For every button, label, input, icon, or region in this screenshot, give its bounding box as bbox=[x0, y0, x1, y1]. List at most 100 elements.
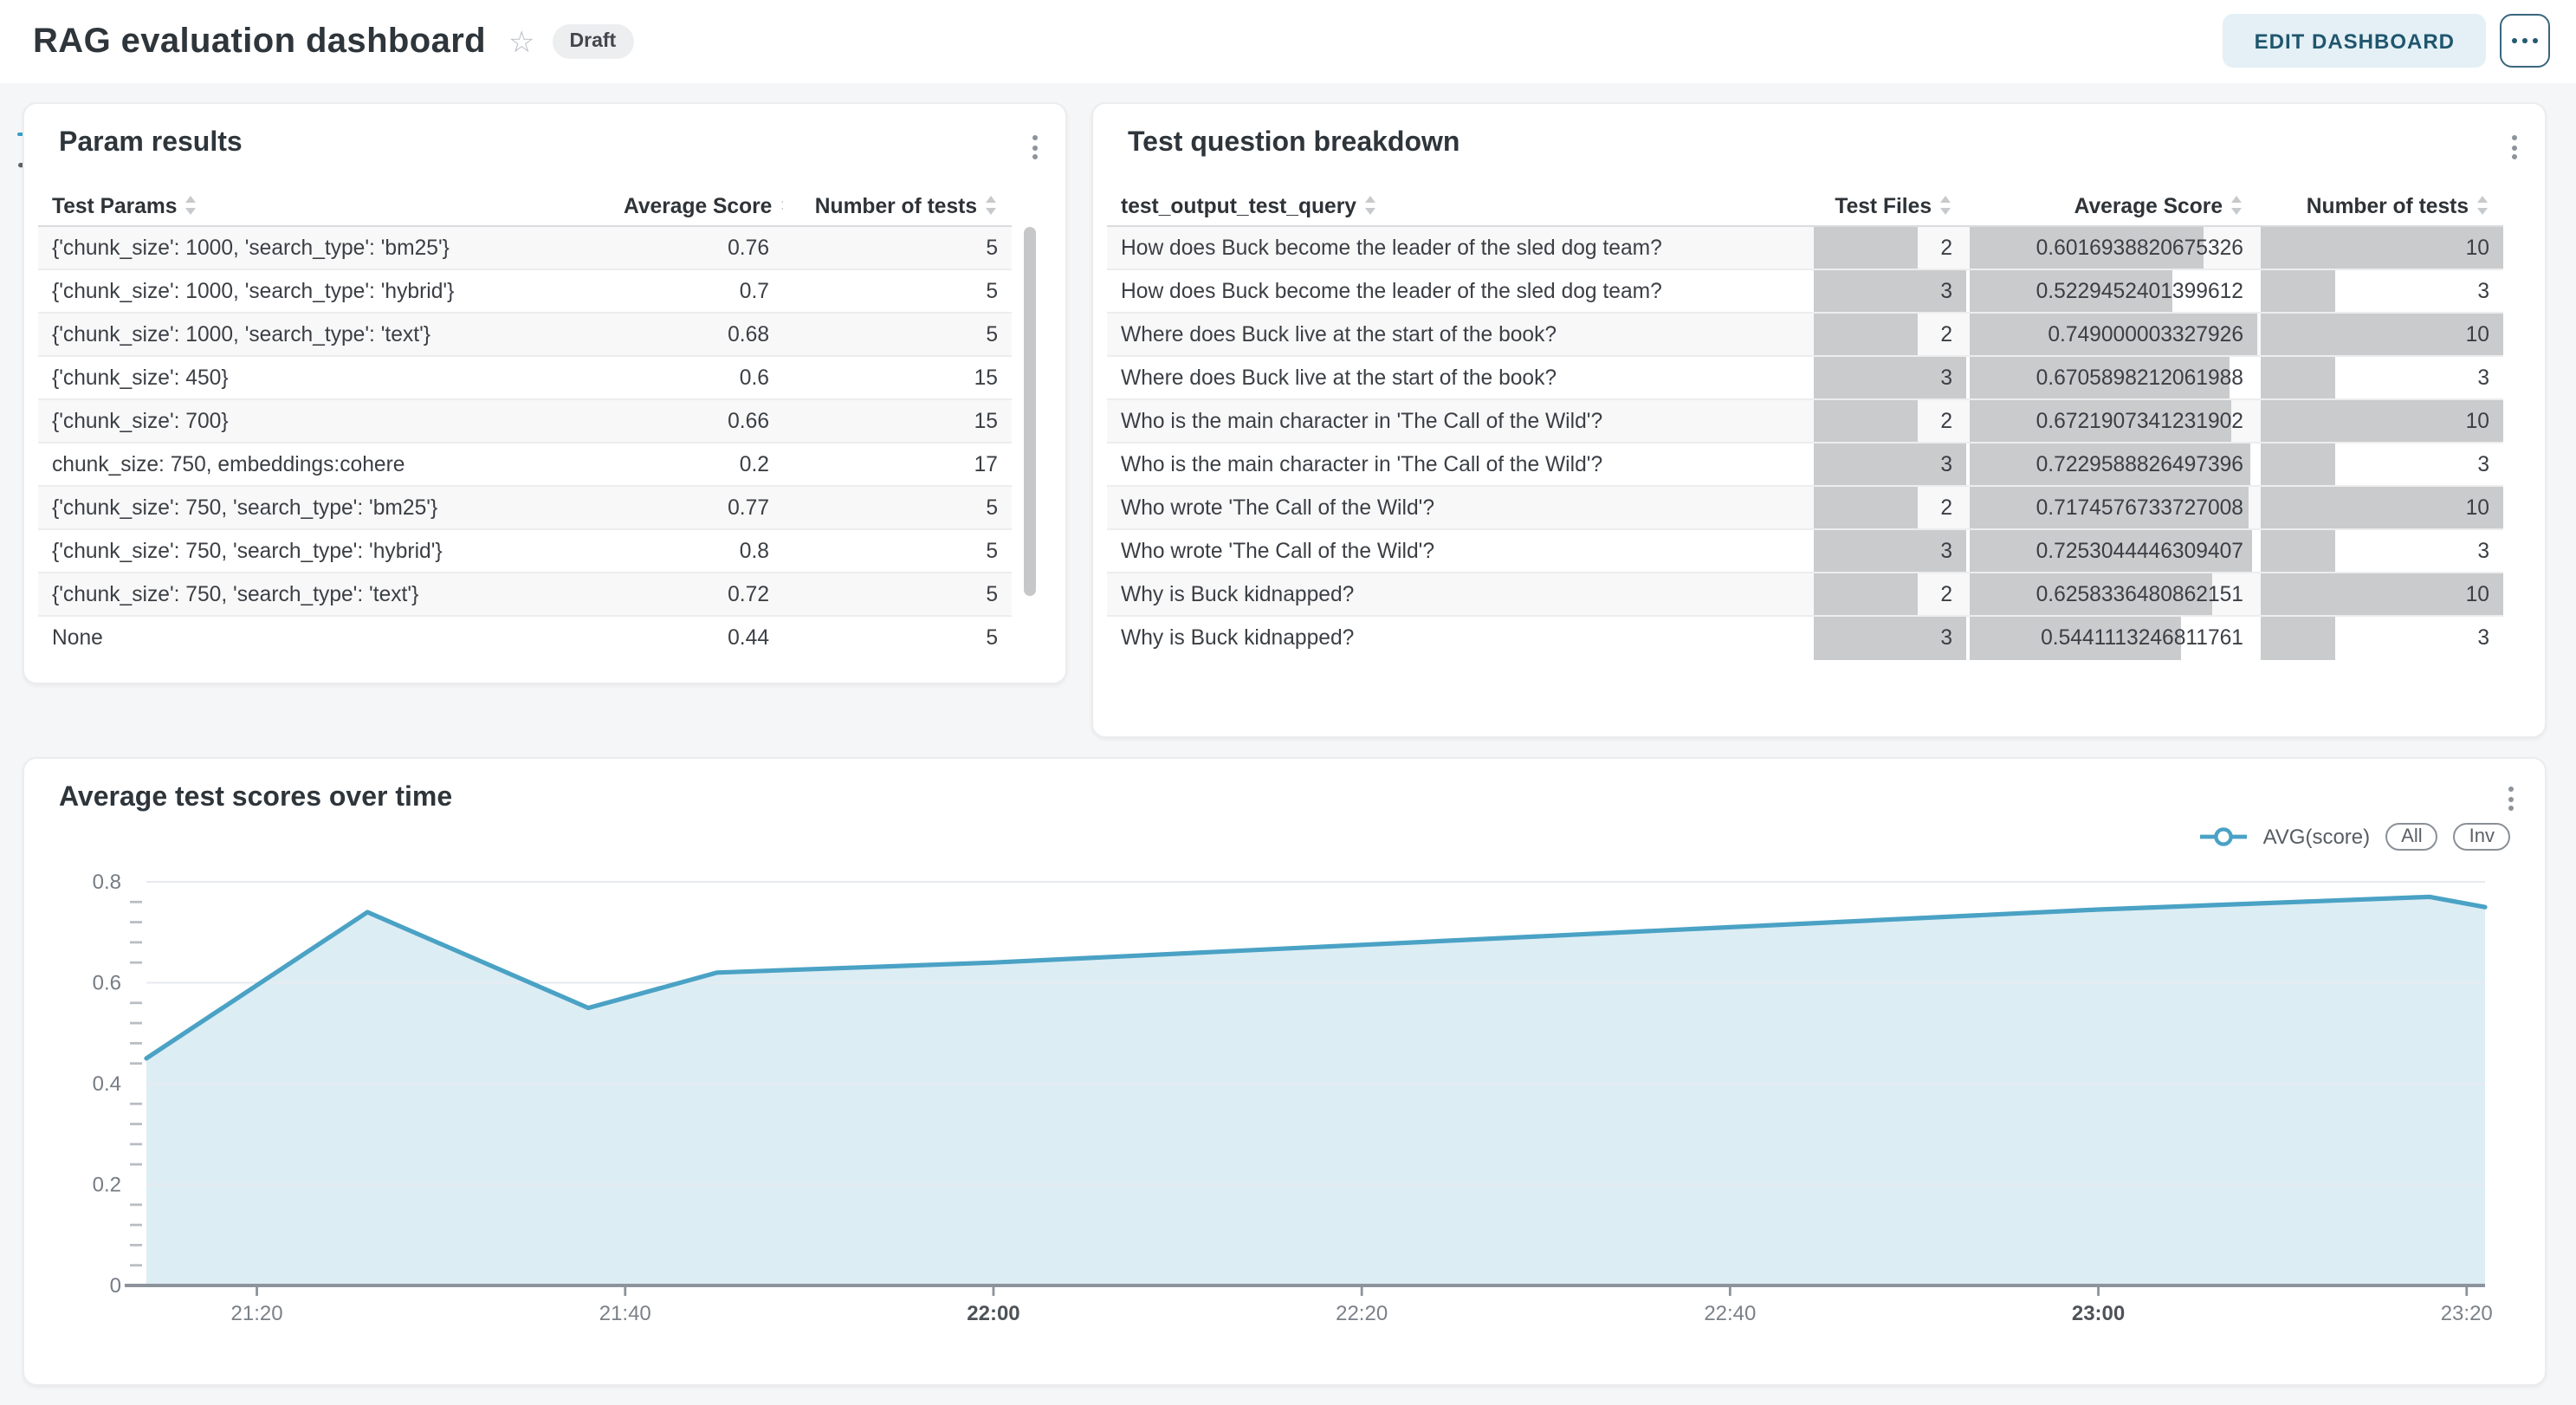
cell-average-score[interactable]: 0.77 bbox=[610, 486, 783, 529]
table-row[interactable]: chunk_size: 750, embeddings:cohere0.217 bbox=[38, 443, 1012, 486]
column-header-average-score[interactable]: Average Score bbox=[610, 187, 783, 226]
cell-number-of-tests[interactable]: 15 bbox=[783, 399, 1012, 443]
cell-number-of-tests[interactable]: 17 bbox=[783, 443, 1012, 486]
cell-test-params[interactable]: {'chunk_size': 450} bbox=[38, 356, 610, 399]
cell-average-score[interactable]: 0.6 bbox=[610, 356, 783, 399]
column-header-number-of-tests[interactable]: Number of tests bbox=[2257, 187, 2503, 226]
cell-test-params[interactable]: {'chunk_size': 1000, 'search_type': 'tex… bbox=[38, 313, 610, 356]
cell-average-score[interactable]: 0.6016938820675326 bbox=[1966, 226, 2257, 269]
cell-test-query[interactable]: Who wrote 'The Call of the Wild'? bbox=[1107, 486, 1810, 529]
cell-test-params[interactable]: chunk_size: 750, embeddings:cohere bbox=[38, 443, 610, 486]
cell-test-params[interactable]: {'chunk_size': 700} bbox=[38, 399, 610, 443]
cell-test-query[interactable]: Why is Buck kidnapped? bbox=[1107, 616, 1810, 659]
cell-average-score[interactable]: 0.7174576733727008 bbox=[1966, 486, 2257, 529]
favorite-star-icon[interactable]: ☆ bbox=[508, 27, 535, 56]
more-menu-button[interactable] bbox=[2500, 14, 2550, 68]
cell-number-of-tests[interactable]: 5 bbox=[783, 529, 1012, 573]
cell-average-score[interactable]: 0.5441113246811761 bbox=[1966, 616, 2257, 659]
area-chart[interactable]: 00.20.40.60.821:2021:4022:0022:2022:4023… bbox=[24, 863, 2548, 1369]
cell-average-score[interactable]: 0.72 bbox=[610, 573, 783, 616]
cell-test-files[interactable]: 3 bbox=[1810, 529, 1966, 573]
cell-test-files[interactable]: 2 bbox=[1810, 399, 1966, 443]
sort-icon[interactable] bbox=[780, 196, 783, 215]
cell-number-of-tests[interactable]: 5 bbox=[783, 313, 1012, 356]
cell-average-score[interactable]: 0.6721907341231902 bbox=[1966, 399, 2257, 443]
cell-test-files[interactable]: 2 bbox=[1810, 226, 1966, 269]
card-menu-kebab-icon[interactable] bbox=[1029, 132, 1041, 163]
cell-average-score[interactable]: 0.44 bbox=[610, 616, 783, 659]
cell-average-score[interactable]: 0.5229452401399612 bbox=[1966, 269, 2257, 313]
table-row[interactable]: How does Buck become the leader of the s… bbox=[1107, 226, 2503, 269]
cell-average-score[interactable]: 0.2 bbox=[610, 443, 783, 486]
cell-test-files[interactable]: 3 bbox=[1810, 356, 1966, 399]
sort-icon[interactable] bbox=[1365, 196, 1377, 215]
scrollbar-thumb[interactable] bbox=[1024, 227, 1036, 596]
column-header-test-params[interactable]: Test Params bbox=[38, 187, 610, 226]
cell-number-of-tests[interactable]: 3 bbox=[2257, 443, 2503, 486]
cell-number-of-tests[interactable]: 3 bbox=[2257, 616, 2503, 659]
table-row[interactable]: None0.445 bbox=[38, 616, 1012, 659]
cell-number-of-tests[interactable]: 10 bbox=[2257, 486, 2503, 529]
table-row[interactable]: Who is the main character in 'The Call o… bbox=[1107, 399, 2503, 443]
table-row[interactable]: {'chunk_size': 1000, 'search_type': 'bm2… bbox=[38, 226, 1012, 269]
cell-test-query[interactable]: Who wrote 'The Call of the Wild'? bbox=[1107, 529, 1810, 573]
cell-test-params[interactable]: {'chunk_size': 750, 'search_type': 'hybr… bbox=[38, 529, 610, 573]
cell-average-score[interactable]: 0.6705898212061988 bbox=[1966, 356, 2257, 399]
cell-test-params[interactable]: {'chunk_size': 750, 'search_type': 'text… bbox=[38, 573, 610, 616]
cell-average-score[interactable]: 0.68 bbox=[610, 313, 783, 356]
cell-number-of-tests[interactable]: 5 bbox=[783, 573, 1012, 616]
cell-test-query[interactable]: Where does Buck live at the start of the… bbox=[1107, 313, 1810, 356]
table-row[interactable]: {'chunk_size': 1000, 'search_type': 'hyb… bbox=[38, 269, 1012, 313]
cell-test-files[interactable]: 2 bbox=[1810, 313, 1966, 356]
column-header-test-query[interactable]: test_output_test_query bbox=[1107, 187, 1810, 226]
table-row[interactable]: {'chunk_size': 700}0.6615 bbox=[38, 399, 1012, 443]
cell-test-query[interactable]: Who is the main character in 'The Call o… bbox=[1107, 399, 1810, 443]
cell-number-of-tests[interactable]: 10 bbox=[2257, 226, 2503, 269]
table-row[interactable]: {'chunk_size': 750, 'search_type': 'bm25… bbox=[38, 486, 1012, 529]
cell-average-score[interactable]: 0.6258336480862151 bbox=[1966, 573, 2257, 616]
table-row[interactable]: How does Buck become the leader of the s… bbox=[1107, 269, 2503, 313]
cell-average-score[interactable]: 0.749000003327926 bbox=[1966, 313, 2257, 356]
cell-test-params[interactable]: None bbox=[38, 616, 610, 659]
column-header-number-of-tests[interactable]: Number of tests bbox=[783, 187, 1012, 226]
cell-average-score[interactable]: 0.7229588826497396 bbox=[1966, 443, 2257, 486]
table-row[interactable]: Where does Buck live at the start of the… bbox=[1107, 356, 2503, 399]
card-menu-kebab-icon[interactable] bbox=[2508, 132, 2521, 163]
legend-all-button[interactable]: All bbox=[2385, 823, 2437, 851]
cell-number-of-tests[interactable]: 5 bbox=[783, 226, 1012, 269]
cell-test-query[interactable]: How does Buck become the leader of the s… bbox=[1107, 269, 1810, 313]
table-row[interactable]: {'chunk_size': 750, 'search_type': 'text… bbox=[38, 573, 1012, 616]
cell-test-query[interactable]: Why is Buck kidnapped? bbox=[1107, 573, 1810, 616]
cell-test-files[interactable]: 3 bbox=[1810, 269, 1966, 313]
cell-number-of-tests[interactable]: 5 bbox=[783, 486, 1012, 529]
cell-test-files[interactable]: 2 bbox=[1810, 486, 1966, 529]
cell-average-score[interactable]: 0.7 bbox=[610, 269, 783, 313]
cell-average-score[interactable]: 0.76 bbox=[610, 226, 783, 269]
cell-test-params[interactable]: {'chunk_size': 1000, 'search_type': 'bm2… bbox=[38, 226, 610, 269]
cell-number-of-tests[interactable]: 5 bbox=[783, 269, 1012, 313]
cell-number-of-tests[interactable]: 10 bbox=[2257, 313, 2503, 356]
cell-number-of-tests[interactable]: 3 bbox=[2257, 356, 2503, 399]
table-row[interactable]: Where does Buck live at the start of the… bbox=[1107, 313, 2503, 356]
table-row[interactable]: {'chunk_size': 750, 'search_type': 'hybr… bbox=[38, 529, 1012, 573]
sort-icon[interactable] bbox=[2477, 196, 2489, 215]
cell-test-query[interactable]: How does Buck become the leader of the s… bbox=[1107, 226, 1810, 269]
table-row[interactable]: {'chunk_size': 1000, 'search_type': 'tex… bbox=[38, 313, 1012, 356]
table-row[interactable]: Who wrote 'The Call of the Wild'?20.7174… bbox=[1107, 486, 2503, 529]
column-header-test-files[interactable]: Test Files bbox=[1810, 187, 1966, 226]
sort-icon[interactable] bbox=[1940, 196, 1952, 215]
cell-test-files[interactable]: 3 bbox=[1810, 616, 1966, 659]
table-row[interactable]: Why is Buck kidnapped?30.544111324681176… bbox=[1107, 616, 2503, 659]
table-row[interactable]: Who is the main character in 'The Call o… bbox=[1107, 443, 2503, 486]
cell-number-of-tests[interactable]: 10 bbox=[2257, 399, 2503, 443]
cell-test-query[interactable]: Where does Buck live at the start of the… bbox=[1107, 356, 1810, 399]
cell-test-params[interactable]: {'chunk_size': 750, 'search_type': 'bm25… bbox=[38, 486, 610, 529]
cell-number-of-tests[interactable]: 10 bbox=[2257, 573, 2503, 616]
cell-test-files[interactable]: 3 bbox=[1810, 443, 1966, 486]
cell-average-score[interactable]: 0.7253044446309407 bbox=[1966, 529, 2257, 573]
table-row[interactable]: Who wrote 'The Call of the Wild'?30.7253… bbox=[1107, 529, 2503, 573]
cell-number-of-tests[interactable]: 5 bbox=[783, 616, 1012, 659]
sort-icon[interactable] bbox=[986, 196, 998, 215]
cell-average-score[interactable]: 0.66 bbox=[610, 399, 783, 443]
cell-test-files[interactable]: 2 bbox=[1810, 573, 1966, 616]
